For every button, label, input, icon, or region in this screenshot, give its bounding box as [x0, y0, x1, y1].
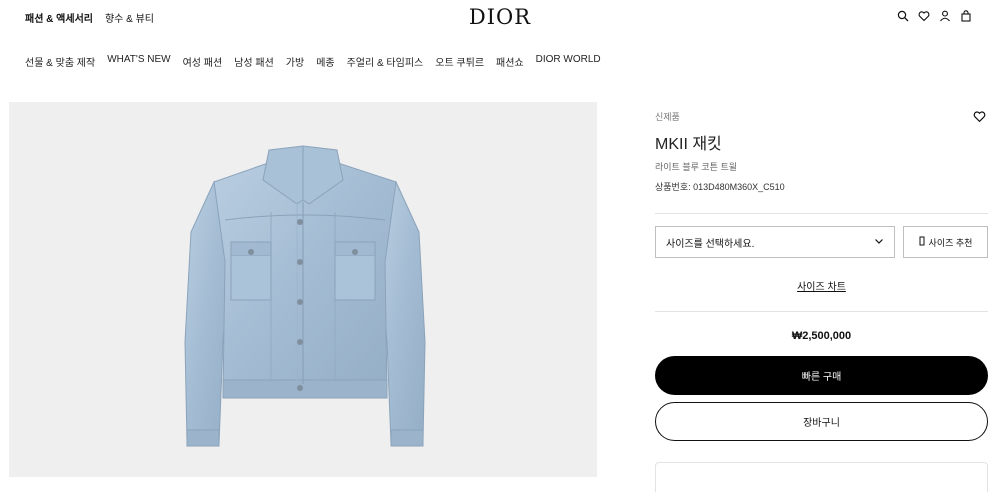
wishlist-heart-icon[interactable]: [973, 110, 986, 128]
chevron-down-icon: [874, 236, 884, 249]
nav-jewelry-timepieces[interactable]: 주얼리 & 타임피스: [347, 54, 424, 69]
buy-now-button[interactable]: 빠른 구매: [655, 356, 988, 395]
size-chart-link[interactable]: 사이즈 차트: [655, 278, 988, 293]
add-to-cart-button[interactable]: 장바구니: [655, 402, 988, 441]
size-recommendation-button[interactable]: 사이즈 추천: [903, 226, 988, 258]
product-info: 신제품 MKII 재킷 라이트 블루 코튼 트윌 상품번호: 013D480M3…: [655, 110, 988, 492]
nav-gifts-custom[interactable]: 선물 & 맞춤 제작: [25, 54, 95, 69]
user-icon[interactable]: [937, 8, 952, 23]
denim-jacket-illustration: [184, 145, 426, 447]
product-sku: 상품번호: 013D480M360X_C510: [655, 182, 785, 192]
nav-fashion-show[interactable]: 패션쇼: [496, 54, 524, 69]
product-image[interactable]: [9, 102, 597, 477]
new-badge: 신제품: [655, 112, 680, 122]
product-title: MKII 재킷: [655, 136, 722, 153]
top-bar: 패션 & 액세서리 향수 & 뷰티 DIOR: [0, 0, 1000, 34]
size-select-placeholder: 사이즈를 선택하세요.: [666, 238, 755, 250]
nav-dior-world[interactable]: DIOR WORLD: [536, 54, 601, 69]
ruler-icon: [919, 236, 925, 248]
size-recommendation-label: 사이즈 추천: [928, 237, 973, 248]
info-card[interactable]: [655, 462, 988, 492]
nav-bags[interactable]: 가방: [286, 54, 304, 69]
brand-logo[interactable]: DIOR: [0, 5, 1000, 29]
header-icons: [895, 8, 973, 23]
divider: [655, 213, 988, 214]
nav-men[interactable]: 남성 패션: [234, 54, 274, 69]
nav-maison[interactable]: 메종: [316, 54, 334, 69]
size-select[interactable]: 사이즈를 선택하세요.: [655, 226, 895, 258]
bag-icon[interactable]: [958, 8, 973, 23]
product-price: ₩2,500,000: [791, 330, 852, 342]
nav-whats-new[interactable]: WHAT'S NEW: [107, 54, 170, 69]
nav-haute-couture[interactable]: 오트 쿠튀르: [435, 54, 484, 69]
divider: [655, 311, 988, 312]
main-nav: 선물 & 맞춤 제작 WHAT'S NEW 여성 패션 남성 패션 가방 메종 …: [25, 54, 601, 69]
heart-icon[interactable]: [916, 8, 931, 23]
product-subtitle: 라이트 블루 코튼 트윌: [655, 162, 738, 172]
search-icon[interactable]: [895, 8, 910, 23]
nav-women[interactable]: 여성 패션: [183, 54, 223, 69]
